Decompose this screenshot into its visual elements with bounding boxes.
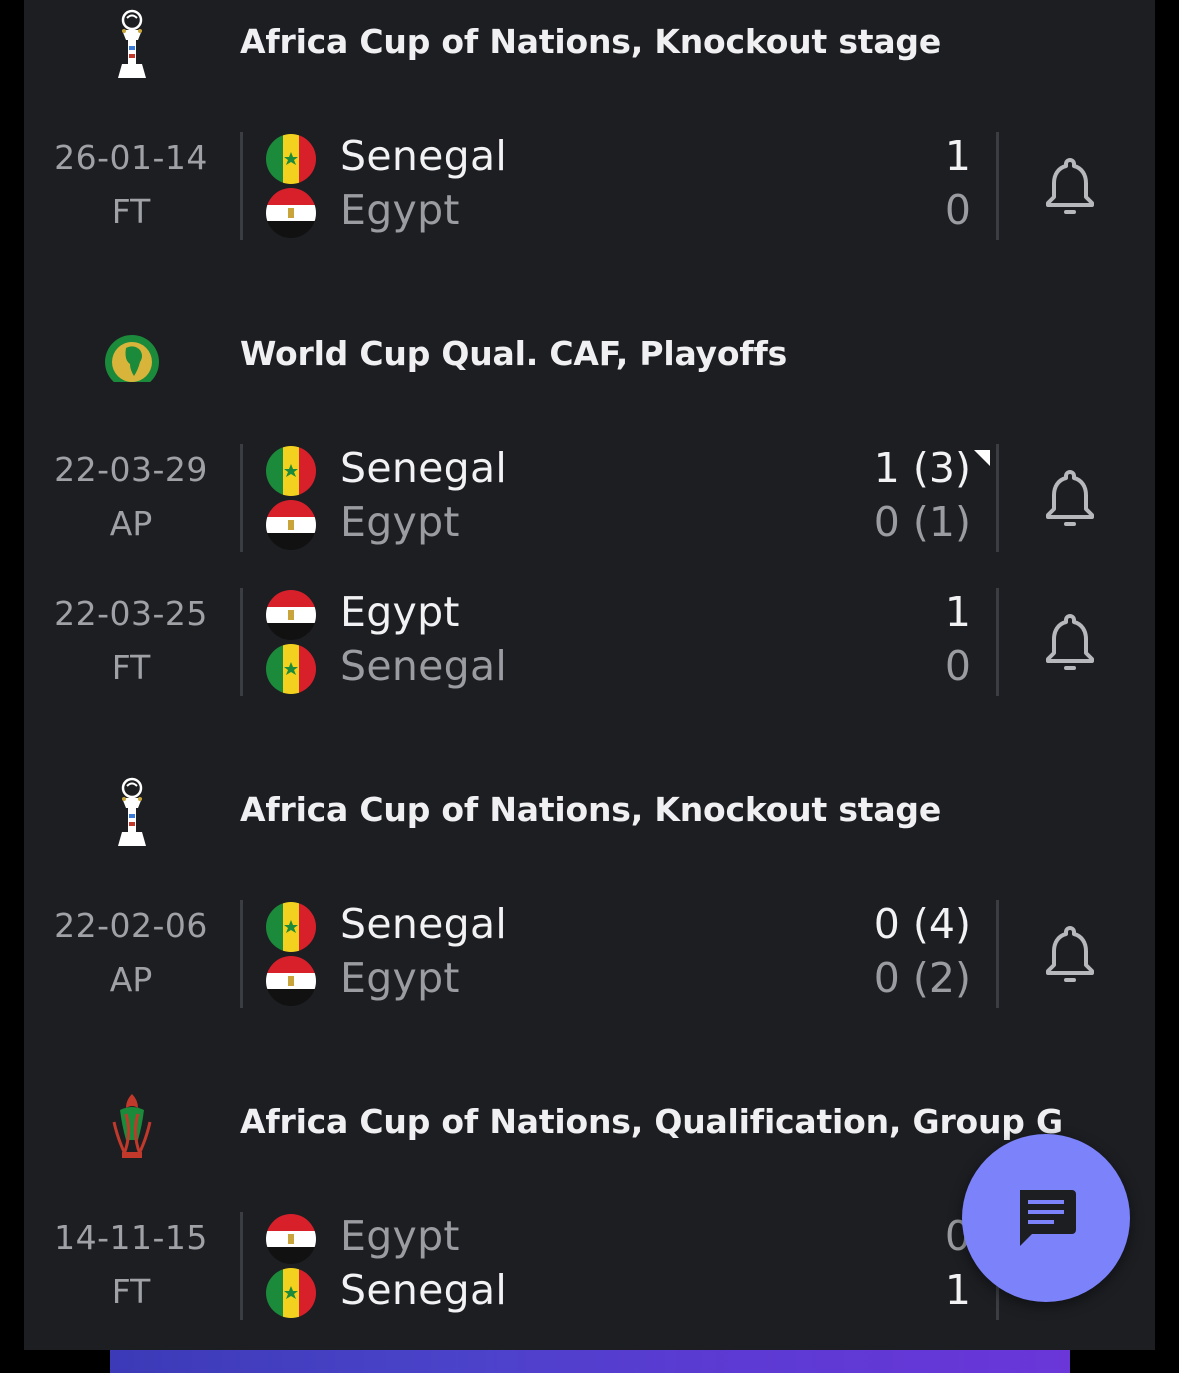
divider xyxy=(996,444,999,552)
divider xyxy=(996,132,999,240)
match-date: 22-02-06 xyxy=(54,906,208,945)
afcon-trophy-icon xyxy=(118,9,146,78)
aggregate-marker-icon xyxy=(974,450,990,466)
senegal-flag-icon xyxy=(266,902,316,952)
match-date: 14-11-15 xyxy=(54,1218,208,1257)
home-score: 1 xyxy=(944,588,971,636)
match-status: AP xyxy=(109,960,153,999)
league-section: World Cup Qual. CAF, Playoffs 22-03-29 A… xyxy=(24,312,1155,696)
egypt-flag-icon xyxy=(266,590,316,640)
divider xyxy=(996,588,999,696)
divider xyxy=(996,900,999,1008)
team-name: Senegal xyxy=(340,132,508,180)
caf-logo-icon xyxy=(100,335,164,394)
senegal-flag-icon xyxy=(266,1268,316,1318)
chat-button[interactable] xyxy=(962,1134,1130,1302)
team-name: Senegal xyxy=(340,1266,508,1314)
league-name: Africa Cup of Nations, Knockout stage xyxy=(240,790,942,829)
senegal-flag-icon xyxy=(266,134,316,184)
home-score: 0 (4) xyxy=(873,900,971,948)
league-name: Africa Cup of Nations, Knockout stage xyxy=(240,22,942,61)
bell-icon[interactable] xyxy=(1046,154,1094,218)
divider xyxy=(240,588,243,696)
match-status: FT xyxy=(111,648,151,687)
team-name: Egypt xyxy=(340,954,460,1002)
league-header[interactable]: Africa Cup of Nations, Qualification, Gr… xyxy=(24,1080,1155,1170)
league-section: Africa Cup of Nations, Knockout stage 26… xyxy=(24,0,1155,240)
team-name: Egypt xyxy=(340,588,460,636)
egypt-flag-icon xyxy=(266,1214,316,1264)
team-name: Senegal xyxy=(340,642,508,690)
match-date: 22-03-25 xyxy=(54,594,208,633)
away-score: 0 (1) xyxy=(873,498,971,546)
bell-icon[interactable] xyxy=(1046,922,1094,986)
match-status: AP xyxy=(109,504,153,543)
league-header[interactable]: Africa Cup of Nations, Knockout stage xyxy=(24,0,1155,90)
league-name: World Cup Qual. CAF, Playoffs xyxy=(240,334,788,373)
bell-icon[interactable] xyxy=(1046,466,1094,530)
afcon-qualification-icon xyxy=(112,1094,152,1158)
match-history-panel: Africa Cup of Nations, Knockout stage 26… xyxy=(24,0,1155,1350)
senegal-flag-icon xyxy=(266,644,316,694)
ad-banner[interactable] xyxy=(110,1350,1070,1373)
match-date: 22-03-29 xyxy=(54,450,208,489)
team-name: Senegal xyxy=(340,900,508,948)
match-row[interactable]: 22-02-06 AP Senegal Egypt 0 (4) 0 (2) xyxy=(24,900,1155,1008)
egypt-flag-icon xyxy=(266,500,316,550)
home-score: 1 (3) xyxy=(873,444,971,492)
bell-icon[interactable] xyxy=(1046,610,1094,674)
senegal-flag-icon xyxy=(266,446,316,496)
divider xyxy=(240,1212,243,1320)
match-date: 26-01-14 xyxy=(54,138,208,177)
away-score: 0 xyxy=(944,642,971,690)
league-header[interactable]: World Cup Qual. CAF, Playoffs xyxy=(24,312,1155,402)
match-status: FT xyxy=(111,1272,151,1311)
egypt-flag-icon xyxy=(266,956,316,1006)
team-name: Senegal xyxy=(340,444,508,492)
chat-icon xyxy=(1020,1190,1076,1246)
home-score: 1 xyxy=(944,132,971,180)
away-score: 0 (2) xyxy=(873,954,971,1002)
match-row[interactable]: 22-03-29 AP Senegal Egypt 1 (3) 0 (1) xyxy=(24,444,1155,552)
afcon-trophy-icon xyxy=(118,777,146,846)
team-name: Egypt xyxy=(340,1212,460,1260)
league-section: Africa Cup of Nations, Knockout stage 22… xyxy=(24,768,1155,1008)
egypt-flag-icon xyxy=(266,188,316,238)
league-header[interactable]: Africa Cup of Nations, Knockout stage xyxy=(24,768,1155,858)
match-row[interactable]: 26-01-14 FT Senegal Egypt 1 0 xyxy=(24,132,1155,240)
match-status: FT xyxy=(111,192,151,231)
league-section: Africa Cup of Nations, Qualification, Gr… xyxy=(24,1080,1155,1320)
divider xyxy=(240,900,243,1008)
divider xyxy=(240,444,243,552)
match-row[interactable]: 22-03-25 FT Egypt Senegal 1 0 xyxy=(24,588,1155,696)
away-score: 1 xyxy=(944,1266,971,1314)
away-score: 0 xyxy=(944,186,971,234)
team-name: Egypt xyxy=(340,498,460,546)
league-name: Africa Cup of Nations, Qualification, Gr… xyxy=(240,1102,1063,1141)
team-name: Egypt xyxy=(340,186,460,234)
divider xyxy=(240,132,243,240)
